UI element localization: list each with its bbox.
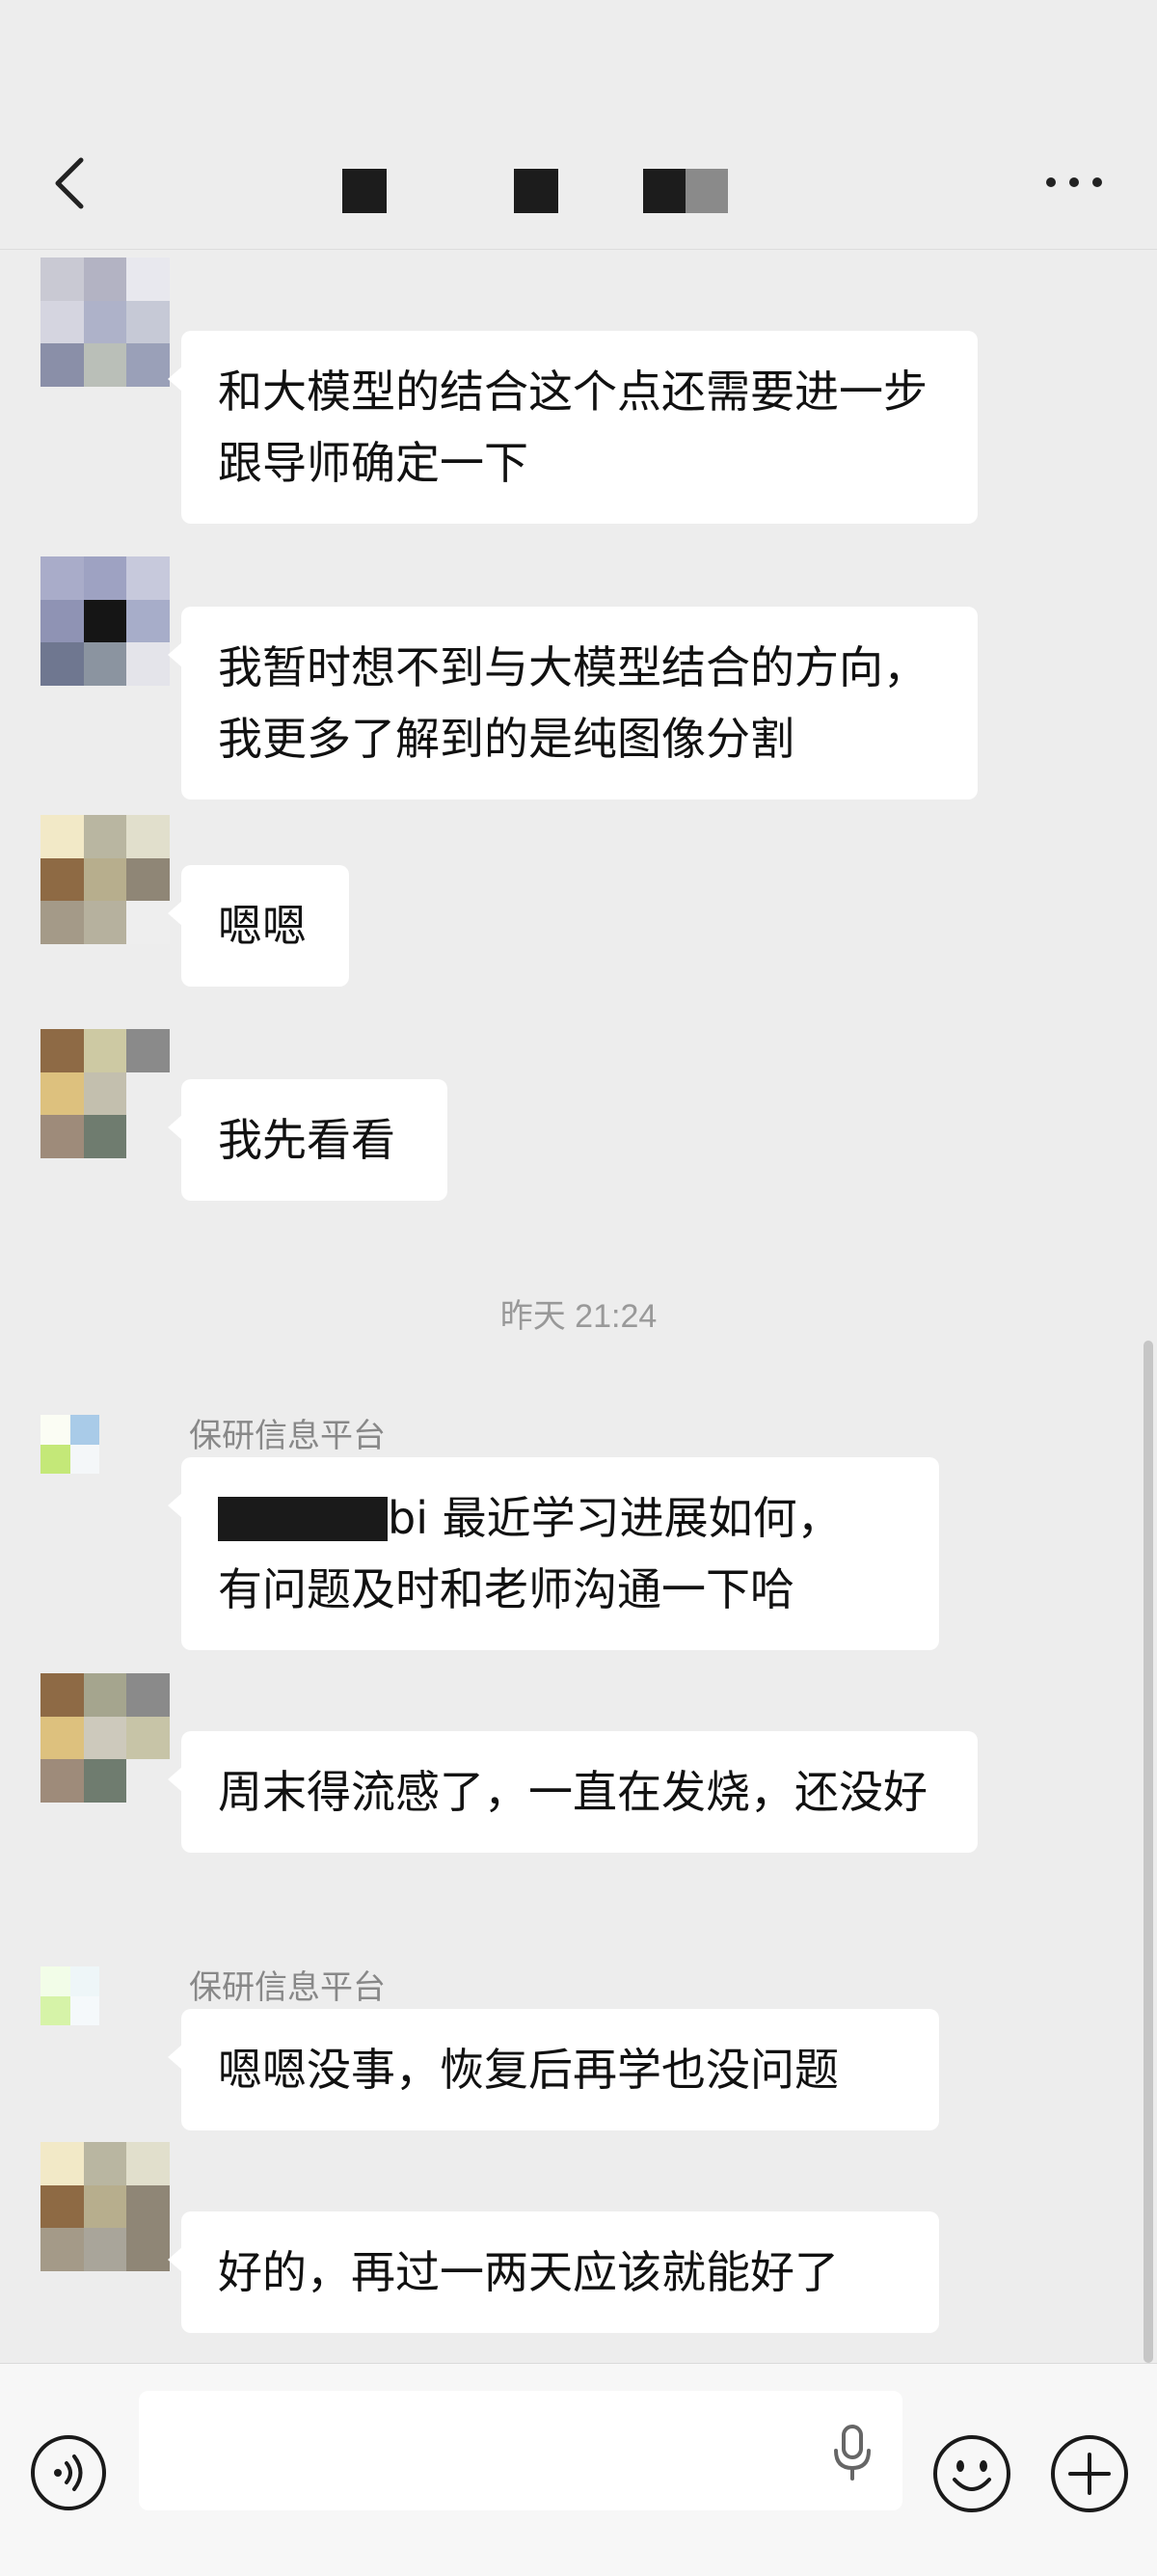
- message-bubble[interactable]: 好的，再过一两天应该就能好了: [168, 2211, 939, 2333]
- message-list[interactable]: 和大模型的结合这个点还需要​进一步跟导师确定一下 我暂时想不到与大模型结合的方向…: [0, 250, 1157, 2362]
- message-bubble[interactable]: 周末得流感了，一直在发烧，还没好: [168, 1731, 978, 1853]
- message-text: 周末得流感了，一直在发烧，还没好: [218, 1766, 928, 1818]
- message-bubble[interactable]: bi 最近学习进展如何， 有问题及时和老师沟通一下哈: [168, 1457, 939, 1650]
- avatar[interactable]: [40, 556, 170, 686]
- message-line: bi 最近学习进展如何，: [218, 1482, 902, 1554]
- chat-header: [0, 0, 1157, 250]
- ellipsis-icon[interactable]: [1043, 170, 1105, 195]
- message-bubble[interactable]: 我暂时想不到与大模型结合的方向，我更多了解到的是纯图像分割: [168, 607, 978, 800]
- sender-name: 保研信息平台: [189, 1418, 386, 1454]
- message-text: bi 最近学习进展如何，: [388, 1492, 842, 1544]
- message-text: 嗯嗯没事，恢复后再学也没问题: [218, 2044, 839, 2096]
- message-bubble[interactable]: 我先看看: [168, 1079, 447, 1201]
- avatar[interactable]: [40, 815, 170, 944]
- message-input[interactable]: [139, 2391, 902, 2510]
- message-text: 嗯嗯: [218, 900, 307, 952]
- avatar[interactable]: [40, 1966, 129, 2055]
- voice-toggle-icon[interactable]: [29, 2433, 108, 2512]
- message-text: 好的，再过一两天应该就能好了: [218, 2246, 839, 2298]
- input-bar: [0, 2363, 1157, 2576]
- redacted-name: [218, 1497, 388, 1541]
- microphone-icon[interactable]: [831, 2424, 874, 2481]
- plus-icon[interactable]: [1049, 2433, 1130, 2514]
- message-text: 我暂时想不到与大模型结合的方向，我更多了解到的是纯图像分割: [218, 641, 928, 765]
- avatar[interactable]: [40, 1673, 170, 1803]
- emoji-icon[interactable]: [931, 2433, 1012, 2514]
- message-bubble[interactable]: 嗯嗯没事，恢复后再学也没问题: [168, 2009, 939, 2130]
- sender-name: 保研信息平台: [189, 1969, 386, 2006]
- avatar[interactable]: [40, 2142, 170, 2271]
- message-text: 和大模型的结合这个点还需要​进一步跟导师确定一下: [218, 366, 928, 489]
- chat-title-redacted: [0, 169, 1157, 215]
- scrollbar[interactable]: [1144, 1341, 1153, 2363]
- timestamp: 昨天 21:24: [499, 1298, 658, 1335]
- message-bubble[interactable]: 嗯嗯: [168, 865, 349, 987]
- avatar[interactable]: [40, 1415, 129, 1504]
- message-text: 有问题及时和老师沟通一下哈: [218, 1563, 794, 1615]
- message-text: 我先看看: [218, 1114, 395, 1166]
- avatar[interactable]: [40, 258, 170, 387]
- message-bubble[interactable]: 和大模型的结合这个点还需要​进一步跟导师确定一下: [168, 331, 978, 524]
- avatar[interactable]: [40, 1029, 170, 1158]
